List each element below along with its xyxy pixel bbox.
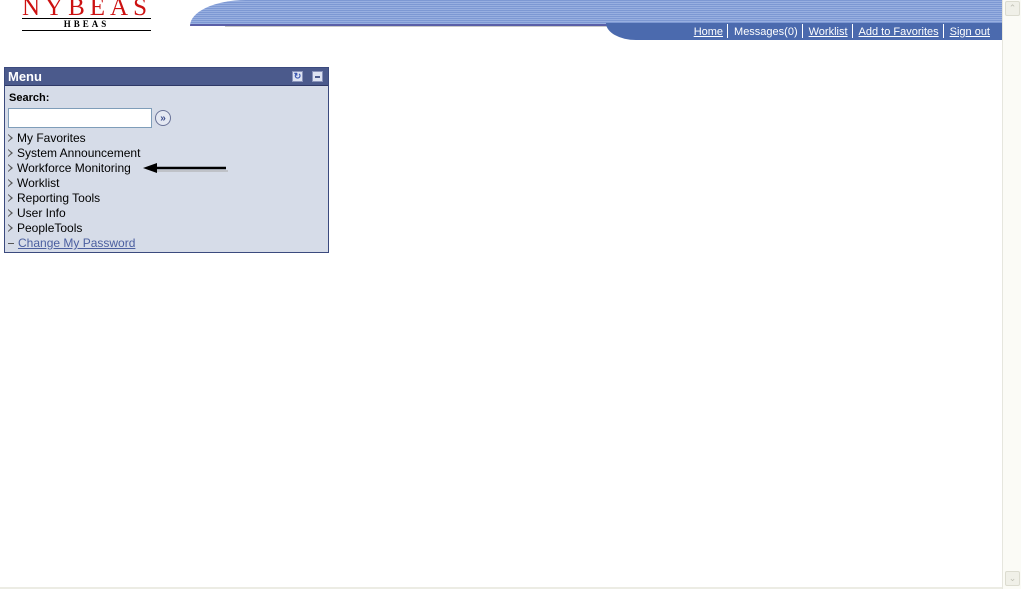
scroll-up-button[interactable]: ⌃ xyxy=(1005,1,1020,16)
logo-subtitle: HBEAS xyxy=(63,19,110,29)
menu-title: Menu xyxy=(8,69,42,84)
change-password-link[interactable]: Change My Password xyxy=(18,236,135,250)
dash-icon xyxy=(8,243,14,245)
search-label: Search: xyxy=(9,92,50,104)
menu-search-input[interactable] xyxy=(8,108,152,128)
nav-worklist-link[interactable]: Worklist xyxy=(803,26,852,38)
menu-pagelet: Menu ↻ Search: » My Favorites System Ann… xyxy=(4,67,329,253)
triangle-right-icon xyxy=(8,163,13,172)
menu-item-workforce-monitoring[interactable]: Workforce Monitoring xyxy=(8,161,140,176)
vertical-scrollbar[interactable]: ⌃ ⌄ xyxy=(1002,0,1021,589)
menu-item-label: PeopleTools xyxy=(17,221,83,235)
annotation-arrow-icon xyxy=(143,163,228,173)
nav-messages-link[interactable]: Messages(0) xyxy=(728,26,802,38)
nav-home-link[interactable]: Home xyxy=(688,26,727,38)
chevron-up-icon: ⌃ xyxy=(1008,3,1017,13)
triangle-right-icon xyxy=(8,223,13,232)
menu-item-label: Workforce Monitoring xyxy=(17,161,131,175)
menu-item-system-announcement[interactable]: System Announcement xyxy=(8,146,140,161)
nav-links: Home Messages(0) Worklist Add to Favorites S… xyxy=(688,24,994,39)
refresh-icon[interactable]: ↻ xyxy=(292,71,303,82)
double-chevron-right-icon: » xyxy=(160,113,166,124)
menu-item-label: User Info xyxy=(17,206,66,220)
triangle-right-icon xyxy=(8,193,13,202)
logo-rule xyxy=(22,30,151,31)
menu-item-user-info[interactable]: User Info xyxy=(8,206,140,221)
nav-add-favorites-link[interactable]: Add to Favorites xyxy=(853,26,943,38)
triangle-right-icon xyxy=(8,178,13,187)
menu-item-label: System Announcement xyxy=(17,146,141,160)
menu-item-label: My Favorites xyxy=(17,131,86,145)
menu-item-my-favorites[interactable]: My Favorites xyxy=(8,131,140,146)
menu-list: My Favorites System Announcement Workfor… xyxy=(8,131,140,251)
menu-item-peopletools[interactable]: PeopleTools xyxy=(8,221,140,236)
menu-header: Menu ↻ xyxy=(5,68,328,86)
menu-item-label: Reporting Tools xyxy=(17,191,101,205)
triangle-right-icon xyxy=(8,208,13,217)
scroll-down-button[interactable]: ⌄ xyxy=(1005,571,1020,586)
search-go-button[interactable]: » xyxy=(155,110,171,126)
nav-sign-out-link[interactable]: Sign out xyxy=(944,26,994,38)
triangle-right-icon xyxy=(8,148,13,157)
triangle-right-icon xyxy=(8,133,13,142)
menu-item-change-password: Change My Password xyxy=(8,236,140,251)
chevron-down-icon: ⌄ xyxy=(1008,573,1017,583)
menu-item-label: Worklist xyxy=(17,176,60,190)
minimize-icon[interactable] xyxy=(312,71,323,82)
logo: NYBEAS HBEAS xyxy=(22,0,152,32)
menu-item-reporting-tools[interactable]: Reporting Tools xyxy=(8,191,140,206)
universal-navigation-bar: Home Messages(0) Worklist Add to Favorites S… xyxy=(606,23,1002,40)
menu-item-worklist[interactable]: Worklist xyxy=(8,176,140,191)
